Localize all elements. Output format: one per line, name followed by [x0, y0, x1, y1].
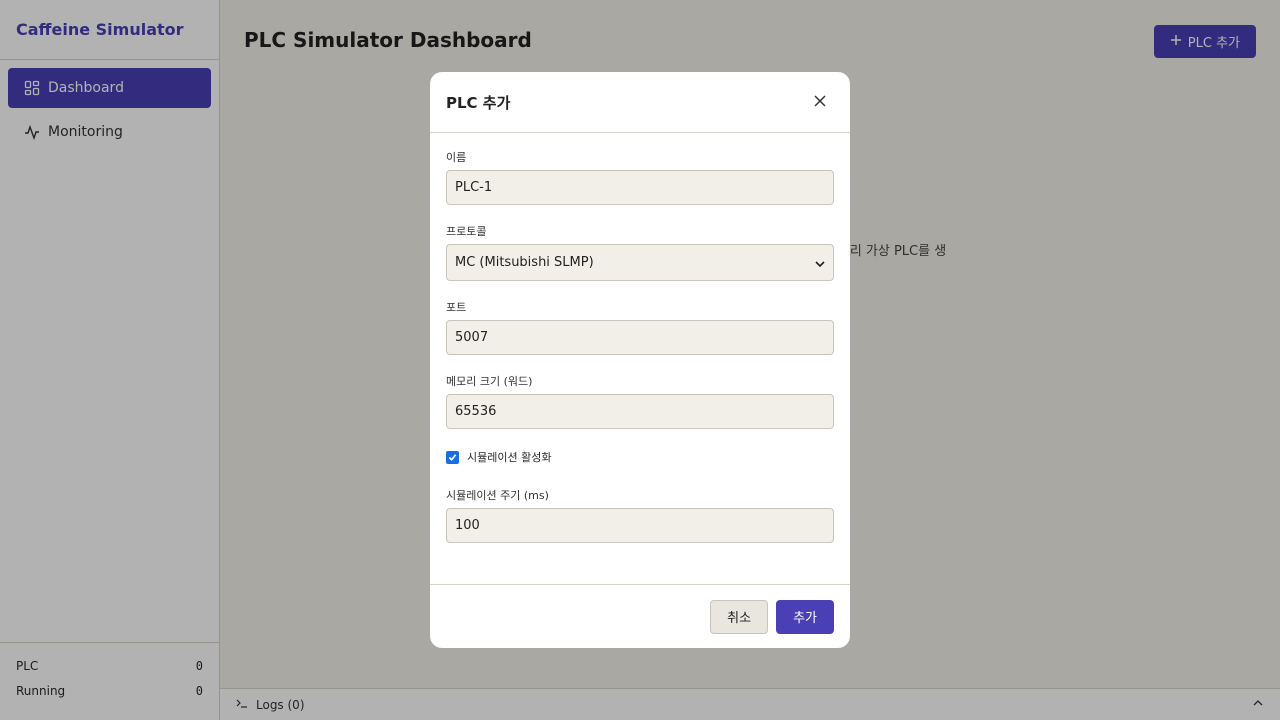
cancel-button[interactable]: 취소 [710, 599, 769, 634]
name-field-group: 이름 [446, 149, 834, 205]
add-plc-dialog: PLC 추가 이름 프로토콜 MC (Mitsubishi SLMP) 포트 [430, 72, 850, 648]
simulation-checkbox[interactable] [446, 450, 459, 464]
protocol-field-group: 프로토콜 MC (Mitsubishi SLMP) [446, 223, 834, 281]
dialog-title: PLC 추가 [446, 93, 511, 112]
chevron-down-icon [815, 258, 825, 273]
simulation-checkbox-label[interactable]: 시뮬레이션 활성화 [467, 449, 551, 465]
name-input[interactable] [446, 170, 834, 205]
memory-input[interactable] [446, 394, 834, 429]
interval-label: 시뮬레이션 주기 (ms) [446, 489, 549, 502]
protocol-label: 프로토콜 [446, 225, 487, 238]
protocol-selected-value: MC (Mitsubishi SLMP) [455, 255, 594, 270]
close-icon [814, 94, 826, 110]
name-label: 이름 [446, 151, 467, 164]
protocol-select[interactable]: MC (Mitsubishi SLMP) [446, 244, 834, 281]
memory-field-group: 메모리 크기 (워드) [446, 373, 834, 429]
port-input[interactable] [446, 320, 834, 355]
close-button[interactable] [810, 92, 830, 112]
port-field-group: 포트 [446, 299, 834, 355]
memory-label: 메모리 크기 (워드) [446, 375, 533, 388]
dialog-footer: 취소 추가 [430, 584, 850, 648]
dialog-body: 이름 프로토콜 MC (Mitsubishi SLMP) 포트 메모리 크기 (… [430, 133, 850, 585]
simulation-toggle-row: 시뮬레이션 활성화 [446, 447, 834, 467]
interval-input[interactable] [446, 508, 834, 543]
port-label: 포트 [446, 301, 467, 314]
submit-button[interactable]: 추가 [776, 599, 834, 634]
dialog-header: PLC 추가 [430, 72, 850, 133]
interval-field-group: 시뮬레이션 주기 (ms) [446, 487, 834, 543]
